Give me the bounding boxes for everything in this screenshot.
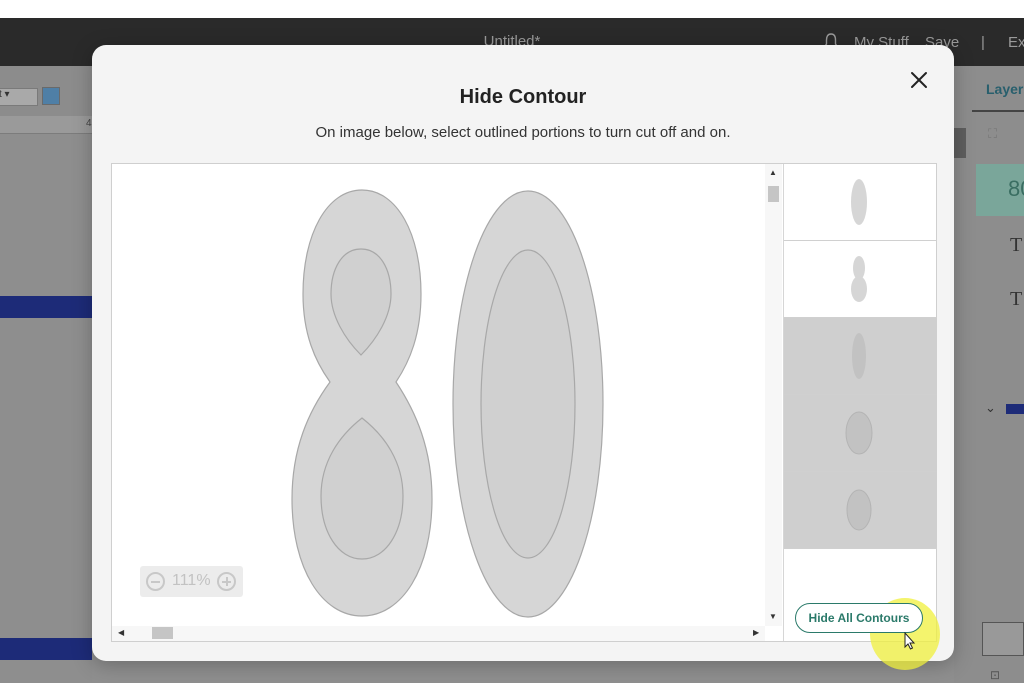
- scroll-thumb[interactable]: [152, 627, 173, 639]
- contour-item[interactable]: [784, 318, 937, 395]
- contour-thumb: [846, 489, 872, 531]
- linetype-select[interactable]: t ▾: [0, 88, 38, 106]
- contour-thumb: [851, 179, 867, 225]
- chevron-down-icon[interactable]: ⌄: [985, 400, 996, 416]
- color-swatch[interactable]: [42, 87, 60, 105]
- scroll-thumb[interactable]: [768, 186, 779, 202]
- panel-footer-icon: ⊡: [990, 668, 1001, 682]
- group-icon[interactable]: ⛶: [988, 126, 1008, 144]
- header-separator: |: [981, 34, 985, 51]
- ruler-mark: 4: [86, 118, 92, 129]
- scroll-up-icon[interactable]: ▲: [769, 168, 777, 177]
- dialog-title: Hide Contour: [459, 86, 587, 108]
- layer-thumbnail[interactable]: 80: [976, 164, 1024, 216]
- contour-item[interactable]: [784, 241, 937, 318]
- eighty-graphic[interactable]: [112, 164, 765, 626]
- mouse-pointer-icon: [904, 632, 916, 650]
- scroll-left-icon[interactable]: ◀: [118, 628, 124, 637]
- canvas-area: [0, 134, 92, 683]
- canvas-selection-bar: [0, 638, 92, 660]
- hide-all-contours-button[interactable]: Hide All Contours: [795, 603, 923, 633]
- panel-scrollbar[interactable]: [954, 128, 966, 158]
- scroll-right-icon[interactable]: ▶: [753, 628, 759, 637]
- tab-layers[interactable]: Layers: [986, 81, 1024, 97]
- layer-color-chip: [1006, 404, 1024, 414]
- contour-thumb: [851, 256, 867, 302]
- contour-thumb: [852, 333, 866, 379]
- ruler: 4: [0, 116, 92, 134]
- scroll-down-icon[interactable]: ▼: [769, 612, 777, 621]
- contour-list: [783, 164, 937, 641]
- zoom-level: 111%: [172, 572, 211, 589]
- tab-underline: [972, 110, 1024, 112]
- contour-item[interactable]: [784, 472, 937, 549]
- zoom-out-icon[interactable]: [146, 572, 165, 591]
- contour-preview[interactable]: [112, 164, 765, 626]
- panel-button[interactable]: [982, 622, 1024, 656]
- window-top-strip: [0, 0, 1024, 18]
- horizontal-scrollbar[interactable]: ◀ ▶: [112, 626, 765, 641]
- contour-item[interactable]: [784, 395, 937, 472]
- contour-item[interactable]: [784, 164, 937, 241]
- contour-zero-inner[interactable]: [480, 249, 576, 559]
- dialog-subtitle: On image below, select outlined portions…: [315, 124, 731, 141]
- zoom-control: 111%: [140, 566, 243, 597]
- canvas-selection-bar: [0, 296, 92, 318]
- export-link[interactable]: Ex: [1008, 34, 1024, 51]
- contour-thumb: [845, 411, 873, 455]
- layer-text-item[interactable]: T: [1010, 234, 1022, 257]
- vertical-scrollbar[interactable]: ▲ ▼: [765, 164, 782, 626]
- layers-panel: Layers: [954, 66, 1024, 683]
- zoom-in-icon[interactable]: [217, 572, 236, 591]
- layer-text-item[interactable]: T: [1010, 288, 1022, 311]
